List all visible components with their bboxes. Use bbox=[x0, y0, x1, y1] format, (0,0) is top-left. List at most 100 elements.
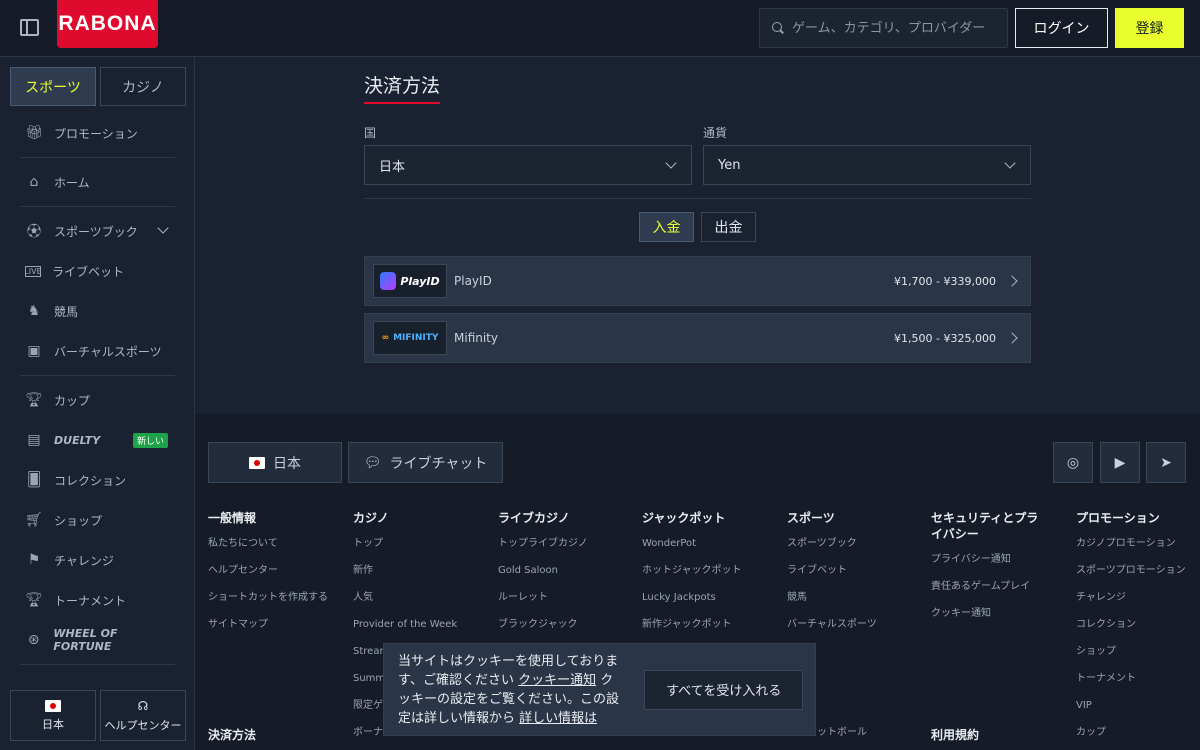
deposit-tab[interactable]: 入金 bbox=[639, 212, 694, 242]
sidebar-item-label: コレクション bbox=[54, 473, 127, 488]
footer-link[interactable]: 人気 bbox=[353, 591, 483, 605]
footer-link[interactable]: トップ bbox=[353, 537, 483, 551]
youtube-icon[interactable]: ▶ bbox=[1100, 442, 1140, 483]
footer-link[interactable]: WonderPot bbox=[642, 537, 772, 551]
divider bbox=[20, 206, 175, 207]
sidebar-item-livebet[interactable]: LIVE ライブベット bbox=[20, 251, 175, 291]
home-icon: ⌂ bbox=[29, 174, 39, 190]
cards-icon: 🂠 bbox=[26, 472, 42, 488]
sidebar-item-wheel-of-fortune[interactable]: ⊛ WHEEL OF FORTUNE bbox=[20, 620, 175, 660]
footer-link[interactable]: カジノプロモーション bbox=[1076, 537, 1196, 551]
footer-link[interactable]: クッキー通知 bbox=[931, 607, 1046, 621]
sidebar-item-duelty[interactable]: ▤ DUELTY 新しい bbox=[20, 420, 175, 460]
sidebar-item-label: ホーム bbox=[54, 175, 90, 190]
payment-method-name: Mifinity bbox=[454, 331, 498, 345]
footer-link[interactable]: ライブベット bbox=[787, 564, 917, 578]
sidebar-toggle-icon[interactable] bbox=[20, 19, 39, 36]
payment-method-name: PlayID bbox=[454, 274, 492, 288]
login-button[interactable]: ログイン bbox=[1015, 8, 1108, 48]
footer-link[interactable]: 新作ジャックポット bbox=[642, 618, 772, 632]
footer-link[interactable]: Provider of the Week bbox=[353, 618, 483, 632]
sidebar-item-tournament[interactable]: 🏆︎ トーナメント bbox=[20, 580, 175, 620]
footer-link[interactable]: バーチャルスポーツ bbox=[787, 618, 917, 632]
sidebar-item-virtual-sports[interactable]: ▣ バーチャルスポーツ bbox=[20, 331, 175, 371]
new-badge: 新しい bbox=[132, 432, 168, 448]
accept-all-cookies-button[interactable]: すべてを受け入れる bbox=[644, 669, 803, 710]
footer-link[interactable]: トーナメント bbox=[1076, 672, 1196, 686]
footer-link[interactable]: プライバシー通知 bbox=[931, 553, 1046, 567]
japan-flag-icon bbox=[249, 456, 265, 469]
mifinity-icon: ∞ bbox=[381, 333, 390, 343]
payment-method-range: ¥1,700 - ¥339,000 bbox=[894, 274, 996, 288]
footer-link[interactable]: スポーツプロモーション bbox=[1076, 564, 1196, 578]
sidebar-item-label: 競馬 bbox=[54, 304, 79, 319]
search-input[interactable] bbox=[792, 20, 992, 36]
currency-select[interactable]: Yen bbox=[703, 145, 1031, 185]
payment-method-range: ¥1,500 - ¥325,000 bbox=[894, 331, 996, 345]
horse-icon: ♞ bbox=[27, 303, 41, 319]
sidebar-item-horse-racing[interactable]: ♞ 競馬 bbox=[20, 291, 175, 331]
footer-link[interactable]: カップ bbox=[1076, 726, 1196, 740]
help-center-button[interactable]: ☊ ヘルプセンター bbox=[100, 690, 186, 741]
country-value: 日本 bbox=[379, 159, 406, 175]
footer-language-button[interactable]: 日本 bbox=[208, 442, 342, 483]
footer-link[interactable]: Gold Saloon bbox=[498, 564, 628, 578]
help-center-label: ヘルプセンター bbox=[104, 718, 182, 732]
footer-link[interactable]: トップライブカジノ bbox=[498, 537, 628, 551]
language-button[interactable]: 日本 bbox=[10, 690, 96, 741]
gift-icon: 🎁︎ bbox=[25, 125, 43, 141]
footer-link[interactable]: ショップ bbox=[1076, 645, 1196, 659]
instagram-icon[interactable]: ◎ bbox=[1053, 442, 1093, 483]
tab-sports[interactable]: スポーツ bbox=[10, 67, 96, 106]
footer-link[interactable]: 新作 bbox=[353, 564, 483, 578]
footer-link[interactable]: ルーレット bbox=[498, 591, 628, 605]
payment-method-row[interactable]: ∞ MIFINITY Mifinity ¥1,500 - ¥325,000 bbox=[364, 313, 1031, 363]
sidebar-item-cup[interactable]: 🏆︎ カップ bbox=[20, 380, 175, 420]
register-button[interactable]: 登録 bbox=[1115, 8, 1184, 48]
footer-link[interactable]: ショートカットを作成する bbox=[208, 591, 338, 605]
footer-link[interactable]: Lucky Jackpots bbox=[642, 591, 772, 605]
footer-link[interactable]: サイトマップ bbox=[208, 618, 338, 632]
footer-link[interactable]: 競馬 bbox=[787, 591, 917, 605]
search-box[interactable] bbox=[759, 8, 1008, 48]
sidebar-item-home[interactable]: ⌂ ホーム bbox=[20, 162, 175, 202]
sidebar-item-label: DUELTY bbox=[54, 433, 101, 447]
search-icon bbox=[772, 22, 784, 34]
live-chat-button[interactable]: 💬︎ ライブチャット bbox=[348, 442, 503, 483]
virtual-icon: ▣ bbox=[27, 343, 41, 359]
footer-link[interactable]: 責任あるゲームプレイ bbox=[931, 580, 1046, 594]
sidebar-item-sportsbook[interactable]: ⚽︎ スポーツブック bbox=[20, 211, 175, 251]
divider bbox=[20, 375, 175, 376]
footer-terms-heading: 利用規約 bbox=[931, 728, 980, 742]
sidebar-item-challenge[interactable]: ⚑ チャレンジ bbox=[20, 540, 175, 580]
more-info-link[interactable]: 詳しい情報は bbox=[519, 711, 597, 726]
payment-method-row[interactable]: PlayID PlayID ¥1,700 - ¥339,000 bbox=[364, 256, 1031, 306]
footer-link[interactable]: コレクション bbox=[1076, 618, 1196, 632]
currency-value: Yen bbox=[718, 157, 741, 173]
chevron-down-icon[interactable] bbox=[157, 222, 169, 234]
footer-link[interactable]: チャレンジ bbox=[1076, 591, 1196, 605]
page-title: 決済方法 bbox=[364, 71, 441, 104]
sidebar: スポーツ カジノ 🎁︎ プロモーション ⌂ ホーム ⚽︎ スポーツブック LIVE ライ… bbox=[0, 57, 195, 750]
sidebar-item-collection[interactable]: 🂠 コレクション bbox=[20, 460, 175, 500]
playid-logo: PlayID bbox=[373, 264, 447, 298]
cookie-notice-link[interactable]: クッキー通知 bbox=[518, 673, 596, 688]
sidebar-item-promotions[interactable]: 🎁︎ プロモーション bbox=[20, 113, 175, 153]
footer-link[interactable]: スポーツブック bbox=[787, 537, 917, 551]
footer-link[interactable]: ブラックジャック bbox=[498, 618, 628, 632]
sidebar-item-shop[interactable]: 🛒︎ ショップ bbox=[20, 500, 175, 540]
tab-casino[interactable]: カジノ bbox=[100, 67, 186, 106]
telegram-icon[interactable]: ➤ bbox=[1146, 442, 1186, 483]
footer-column-title: 一般情報 bbox=[208, 511, 257, 525]
sidebar-item-label: スポーツブック bbox=[54, 224, 138, 239]
footer-link[interactable]: ホットジャックポット bbox=[642, 564, 772, 578]
withdraw-tab[interactable]: 出金 bbox=[701, 212, 756, 242]
footer-column-title: カジノ bbox=[353, 511, 389, 525]
country-select[interactable]: 日本 bbox=[364, 145, 692, 185]
footer-link[interactable]: VIP bbox=[1076, 699, 1196, 713]
chat-icon: 💬︎ bbox=[363, 454, 382, 471]
brand-logo[interactable]: RABONA bbox=[57, 0, 158, 48]
footer-link[interactable]: 私たちについて bbox=[208, 537, 338, 551]
currency-label: 通貨 bbox=[703, 126, 728, 140]
footer-link[interactable]: ヘルプセンター bbox=[208, 564, 338, 578]
